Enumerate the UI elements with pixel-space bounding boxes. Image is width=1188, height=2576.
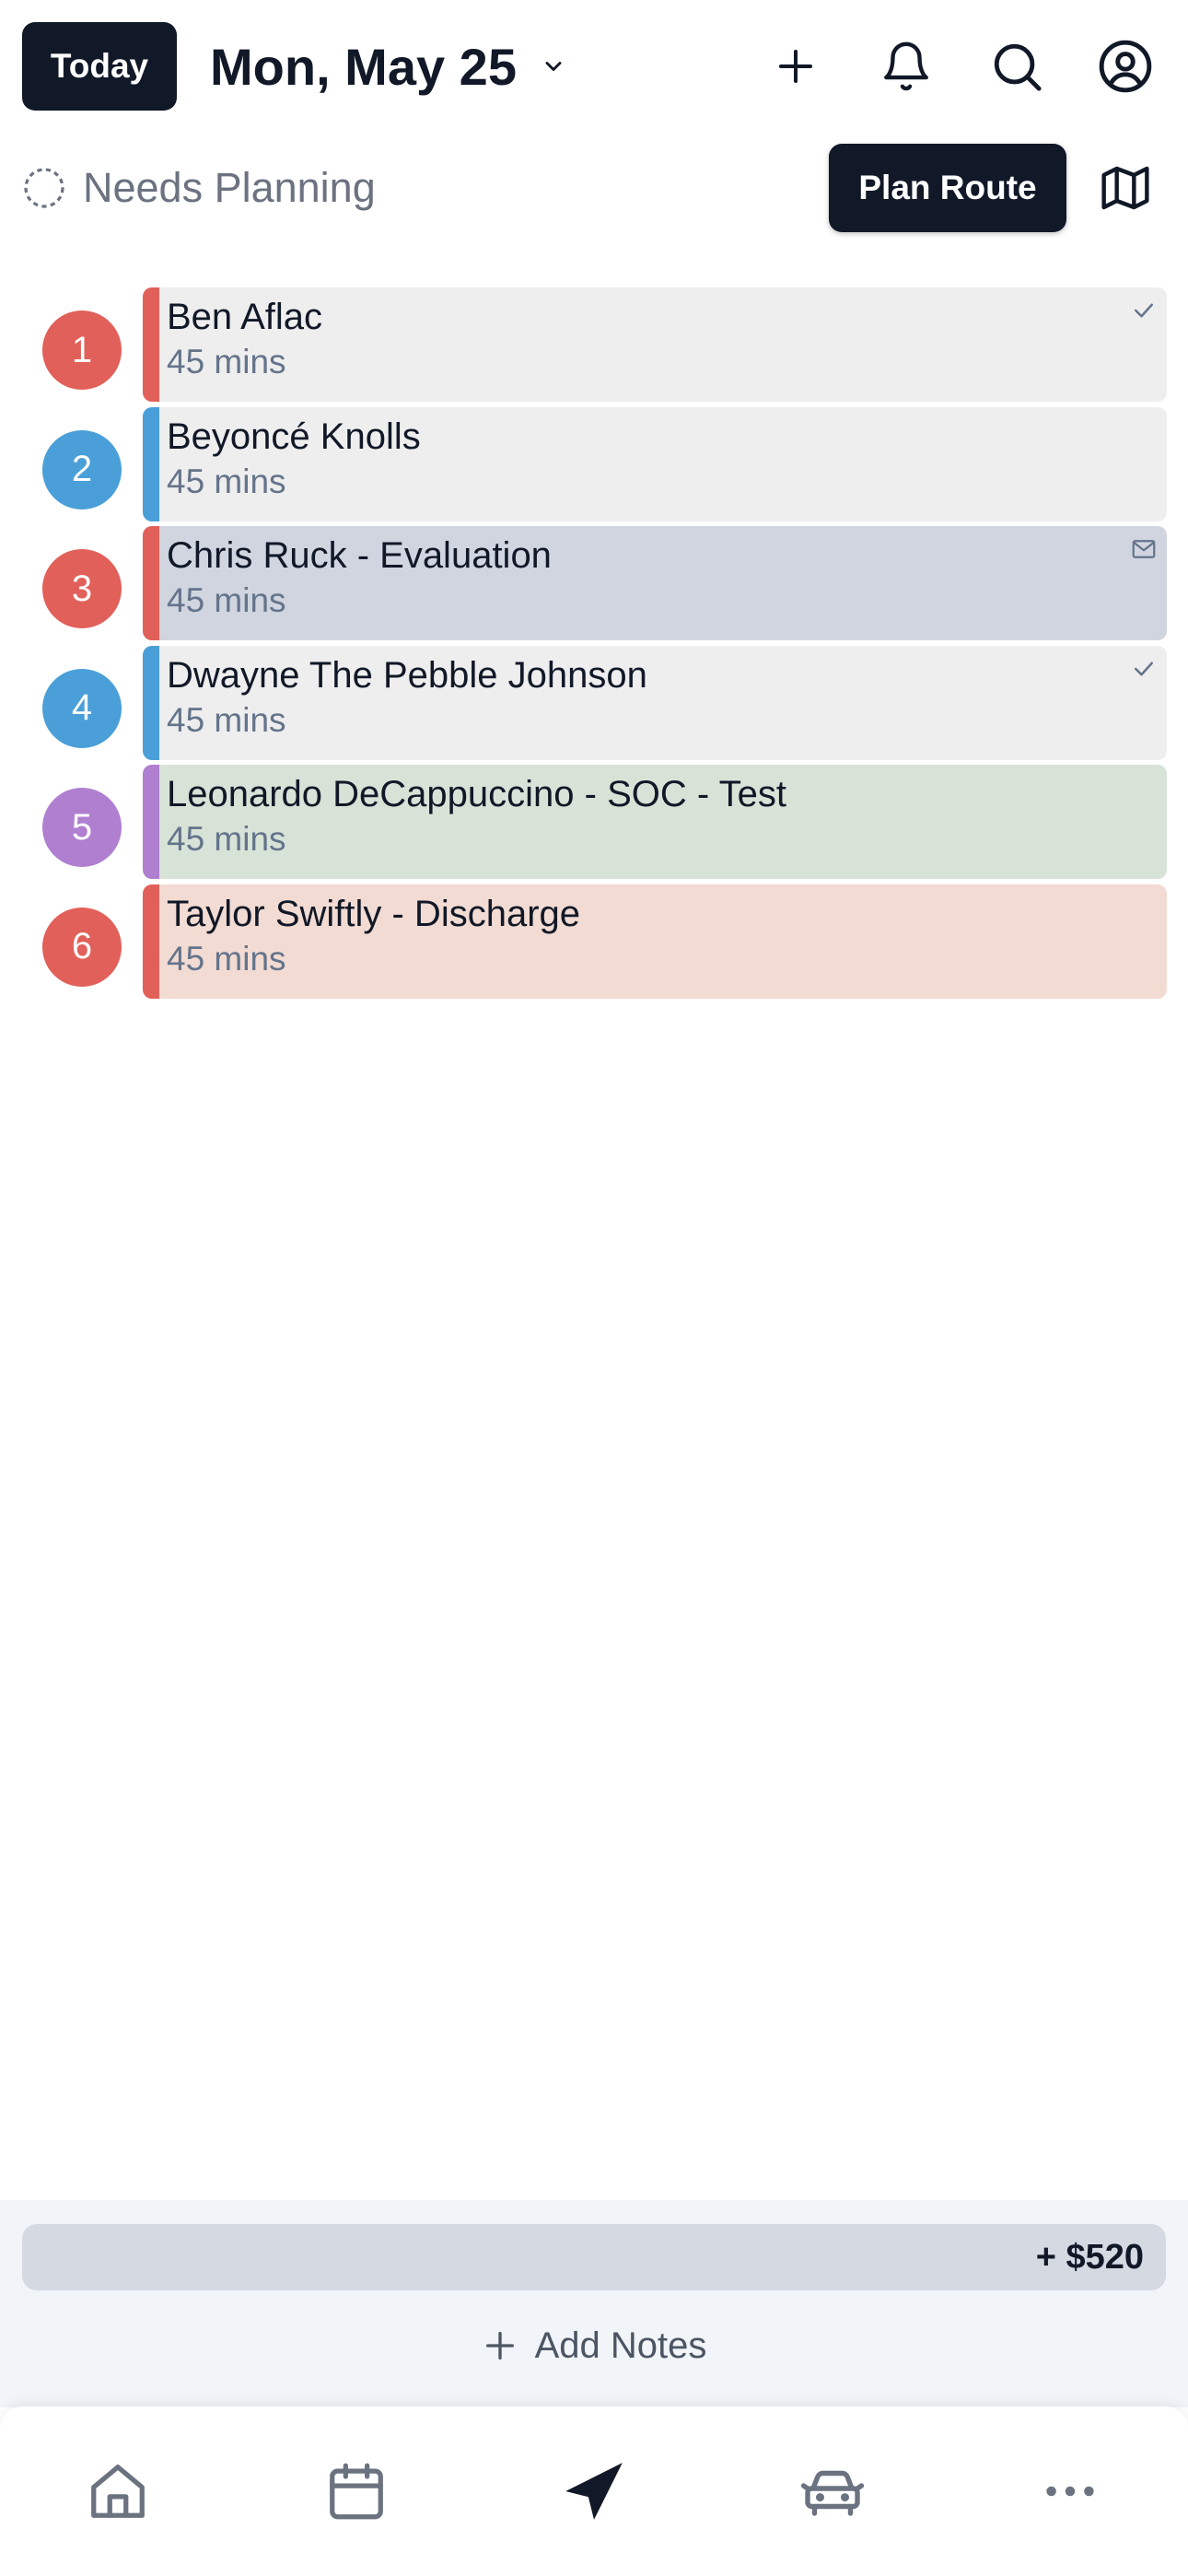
user-circle-icon: [1099, 40, 1152, 93]
visit-list: 1 Ben Aflac 45 mins 2 Beyoncé Knolls 45 …: [0, 287, 1188, 1003]
visit-card[interactable]: Ben Aflac 45 mins: [143, 287, 1167, 402]
visit-card[interactable]: Chris Ruck - Evaluation 45 mins: [143, 526, 1167, 640]
needs-planning-label: Needs Planning: [83, 164, 376, 211]
visit-name: Beyoncé Knolls: [167, 416, 421, 457]
earnings-amount: + $520: [1035, 2237, 1144, 2277]
today-button[interactable]: Today: [22, 22, 177, 111]
visit-card[interactable]: Beyoncé Knolls 45 mins: [143, 406, 1167, 521]
more-icon: [1046, 2486, 1094, 2497]
bell-icon: [884, 41, 928, 91]
visit-color-bar: [143, 526, 159, 640]
visit-row: 2 Beyoncé Knolls 45 mins: [0, 406, 1188, 527]
visit-number-badge: 5: [42, 788, 122, 867]
plan-route-button[interactable]: Plan Route: [829, 144, 1066, 232]
map-button[interactable]: [1092, 155, 1159, 221]
visit-name: Chris Ruck - Evaluation: [167, 535, 552, 576]
planning-row: Needs Planning Plan Route: [0, 138, 1188, 240]
car-icon: [800, 2470, 865, 2516]
visit-name: Leonardo DeCappuccino - SOC - Test: [167, 774, 786, 814]
add-notes-label: Add Notes: [534, 2324, 707, 2366]
top-header: Today Mon, May 25: [0, 0, 1188, 134]
profile-button[interactable]: [1092, 33, 1159, 100]
visit-name: Dwayne The Pebble Johnson: [167, 654, 647, 696]
navigation-icon: [565, 2463, 623, 2520]
home-icon: [91, 2465, 145, 2518]
search-icon: [994, 43, 1042, 91]
visit-duration: 45 mins: [167, 343, 286, 381]
calendar-icon: [330, 2463, 383, 2520]
visit-name: Taylor Swiftly - Discharge: [167, 893, 581, 934]
summary-panel: + $520 Add Notes: [0, 2200, 1188, 2407]
visit-number-badge: 2: [42, 429, 122, 509]
visit-color-bar: [143, 406, 159, 521]
check-icon: [1135, 303, 1153, 318]
nav-calendar[interactable]: [320, 2454, 393, 2528]
visit-number-badge: 4: [42, 668, 122, 748]
plus-icon: [485, 2332, 514, 2359]
visit-number-badge: 1: [42, 310, 122, 390]
visit-color-bar: [143, 884, 159, 999]
visit-row: 6 Taylor Swiftly - Discharge 45 mins: [0, 884, 1188, 1004]
date-picker[interactable]: Mon, May 25: [210, 33, 566, 100]
visit-duration: 45 mins: [167, 462, 286, 500]
notifications-button[interactable]: [873, 33, 939, 100]
nav-home[interactable]: [81, 2454, 155, 2528]
visit-card[interactable]: Taylor Swiftly - Discharge 45 mins: [143, 884, 1167, 999]
visit-row: 1 Ben Aflac 45 mins: [0, 287, 1188, 407]
search-button[interactable]: [984, 33, 1050, 100]
visit-duration: 45 mins: [167, 581, 286, 619]
visit-row: 4 Dwayne The Pebble Johnson 45 mins: [0, 645, 1188, 766]
check-icon: [1135, 662, 1153, 675]
earnings-bar: + $520: [22, 2224, 1166, 2290]
dashed-circle-icon: [24, 168, 64, 208]
visit-duration: 45 mins: [167, 939, 286, 978]
nav-more[interactable]: [1033, 2454, 1107, 2528]
add-notes-button[interactable]: Add Notes: [0, 2309, 1188, 2383]
visit-number-badge: 6: [42, 907, 122, 987]
app-screen: Today Mon, May 25 Needs Planning Plan Ro…: [0, 0, 1188, 2576]
visit-color-bar: [143, 287, 159, 402]
visit-color-bar: [143, 645, 159, 760]
visit-card[interactable]: Leonardo DeCappuccino - SOC - Test 45 mi…: [143, 765, 1167, 879]
visit-number-badge: 3: [42, 549, 122, 628]
map-icon: [1101, 166, 1149, 210]
bottom-nav: [0, 2406, 1188, 2576]
visit-card[interactable]: Dwayne The Pebble Johnson 45 mins: [143, 645, 1167, 760]
visit-row: 5 Leonardo DeCappuccino - SOC - Test 45 …: [0, 765, 1188, 884]
visit-duration: 45 mins: [167, 820, 286, 858]
visit-name: Ben Aflac: [167, 297, 323, 337]
date-title: Mon, May 25: [210, 37, 517, 96]
visit-duration: 45 mins: [167, 700, 286, 739]
nav-route[interactable]: [557, 2454, 631, 2528]
add-button[interactable]: [763, 33, 829, 100]
visit-color-bar: [143, 765, 159, 879]
mail-icon: [1132, 540, 1156, 558]
plus-icon: [779, 50, 812, 83]
visit-row: 3 Chris Ruck - Evaluation 45 mins: [0, 526, 1188, 646]
chevron-down-icon: [545, 62, 562, 71]
nav-vehicle[interactable]: [796, 2454, 869, 2528]
